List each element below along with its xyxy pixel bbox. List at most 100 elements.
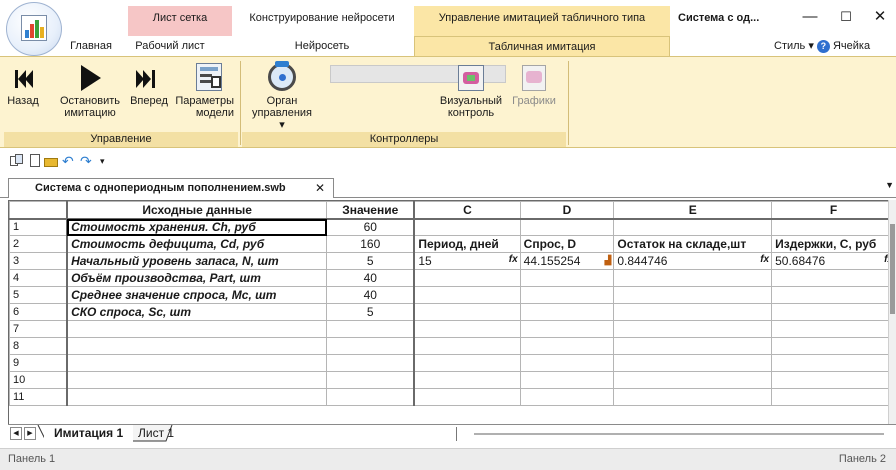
param-cell[interactable]: [66, 320, 328, 338]
param-cell[interactable]: [66, 337, 328, 355]
param-cell[interactable]: Объём производства, Part, шт: [66, 269, 328, 287]
value-cell[interactable]: [326, 320, 416, 338]
corner-cell[interactable]: [9, 201, 69, 220]
column-header-b[interactable]: Значение: [326, 201, 416, 220]
row-header[interactable]: 1: [9, 218, 69, 236]
row-header[interactable]: 9: [9, 354, 69, 372]
model-params-button[interactable]: Параметры модели: [172, 61, 234, 131]
cell-c[interactable]: [413, 303, 521, 321]
value-cell[interactable]: 40: [326, 286, 416, 304]
cell-f[interactable]: [771, 354, 896, 372]
new-document-icon[interactable]: [28, 154, 42, 168]
row-header[interactable]: 2: [9, 235, 69, 253]
cell-d[interactable]: [519, 218, 615, 236]
cell-f[interactable]: [771, 218, 896, 236]
cell-d[interactable]: [519, 337, 615, 355]
vertical-scrollbar-thumb[interactable]: [890, 224, 895, 314]
column-header-c[interactable]: C: [413, 201, 521, 220]
cell-e[interactable]: [613, 354, 773, 372]
value-cell[interactable]: [326, 354, 416, 372]
style-menu[interactable]: Стиль ▾ ? Ячейка: [774, 36, 870, 56]
param-cell[interactable]: Начальный уровень запаса, N, шт: [66, 252, 328, 270]
cell-e[interactable]: [613, 269, 773, 287]
stop-simulation-button[interactable]: Остановить имитацию: [58, 61, 122, 131]
charts-button[interactable]: Графики: [504, 61, 564, 131]
cost-value-cell[interactable]: 50.68476fx: [771, 252, 896, 270]
cell-menu[interactable]: Ячейка: [833, 40, 870, 52]
copy-icon[interactable]: [10, 154, 24, 168]
column-header-e[interactable]: E: [613, 201, 773, 220]
cell-c[interactable]: [413, 354, 521, 372]
document-tab[interactable]: Система с однопериодным пополнением.swb …: [8, 178, 334, 198]
row-header[interactable]: 3: [9, 252, 69, 270]
context-tab-simulation[interactable]: Управление имитацией табличного типа: [414, 6, 670, 36]
style-menu-label[interactable]: Стиль ▾: [774, 40, 814, 52]
cell-d[interactable]: [519, 303, 615, 321]
param-cell[interactable]: Стоимость дефицита, Cd, руб: [66, 235, 328, 253]
cost-header-cell[interactable]: Издержки, C, руб: [771, 235, 896, 253]
param-cell[interactable]: СКО спроса, Sc, шт: [66, 303, 328, 321]
cell-d[interactable]: [519, 269, 615, 287]
sheet-tab-sheet1[interactable]: Лист 1: [128, 425, 184, 442]
visual-control-button[interactable]: Визуальный контроль: [432, 61, 510, 131]
value-cell[interactable]: 5: [326, 303, 416, 321]
row-header[interactable]: 5: [9, 286, 69, 304]
param-cell[interactable]: [66, 371, 328, 389]
cell-c[interactable]: [413, 388, 521, 406]
cell-d[interactable]: [519, 388, 615, 406]
cell-e[interactable]: [613, 303, 773, 321]
value-cell[interactable]: 60: [326, 218, 416, 236]
param-cell[interactable]: Стоимость хранения. Ch, руб: [66, 218, 328, 236]
value-cell[interactable]: 5: [326, 252, 416, 270]
context-tab-grid[interactable]: Лист сетка: [128, 6, 232, 36]
minimize-button[interactable]: —: [792, 4, 828, 30]
open-folder-icon[interactable]: [44, 154, 58, 168]
cell-e[interactable]: [613, 320, 773, 338]
demand-header-cell[interactable]: Спрос, D: [519, 235, 615, 253]
horizontal-split-handle[interactable]: [456, 427, 460, 441]
close-button[interactable]: ✕: [862, 4, 896, 30]
cell-f[interactable]: [771, 303, 896, 321]
sheet-next-icon[interactable]: ▶: [24, 427, 36, 440]
tab-home[interactable]: Главная: [64, 36, 118, 56]
column-header-d[interactable]: D: [519, 201, 615, 220]
cell-d[interactable]: [519, 286, 615, 304]
stock-header-cell[interactable]: Остаток на складе,шт: [613, 235, 773, 253]
sheet-tab-simulation[interactable]: Имитация 1: [44, 425, 134, 442]
horizontal-scrollbar[interactable]: [474, 433, 884, 435]
param-cell[interactable]: Среднее значение спроса, Mc, шт: [66, 286, 328, 304]
back-button[interactable]: Назад: [4, 61, 42, 131]
cell-f[interactable]: [771, 371, 896, 389]
sheet-prev-icon[interactable]: ◀: [10, 427, 22, 440]
cell-e[interactable]: [613, 218, 773, 236]
undo-icon[interactable]: ↶: [62, 154, 76, 168]
cell-e[interactable]: [613, 371, 773, 389]
period-value-cell[interactable]: 15 fx: [413, 252, 521, 270]
row-header[interactable]: 4: [9, 269, 69, 287]
tab-worksheet[interactable]: Рабочий лист: [118, 36, 222, 56]
period-header-cell[interactable]: Период, дней: [413, 235, 521, 253]
row-header[interactable]: 11: [9, 388, 69, 406]
help-icon[interactable]: ?: [816, 39, 830, 53]
cell-f[interactable]: [771, 388, 896, 406]
tab-table-simulation[interactable]: Табличная имитация: [414, 36, 670, 56]
value-cell[interactable]: 160: [326, 235, 416, 253]
cell-d[interactable]: [519, 354, 615, 372]
forward-button[interactable]: Вперед: [126, 61, 172, 131]
value-cell[interactable]: [326, 388, 416, 406]
row-header[interactable]: 8: [9, 337, 69, 355]
value-cell[interactable]: 40: [326, 269, 416, 287]
stock-value-cell[interactable]: 0.844746 fx: [613, 252, 773, 270]
row-header[interactable]: 10: [9, 371, 69, 389]
cell-c[interactable]: [413, 269, 521, 287]
control-organ-button[interactable]: Орган управления ▾: [248, 61, 316, 131]
tab-neural-network[interactable]: Нейросеть: [232, 36, 412, 56]
cell-d[interactable]: [519, 371, 615, 389]
spreadsheet-grid[interactable]: Исходные данные Значение C D E F 1 Стоим…: [8, 200, 896, 424]
cell-c[interactable]: [413, 286, 521, 304]
row-header[interactable]: 7: [9, 320, 69, 338]
redo-icon[interactable]: ↷: [80, 154, 94, 168]
document-close-icon[interactable]: ✕: [315, 179, 325, 197]
context-tab-neural-design[interactable]: Конструирование нейросети: [232, 6, 412, 36]
app-menu-button[interactable]: [6, 2, 62, 56]
